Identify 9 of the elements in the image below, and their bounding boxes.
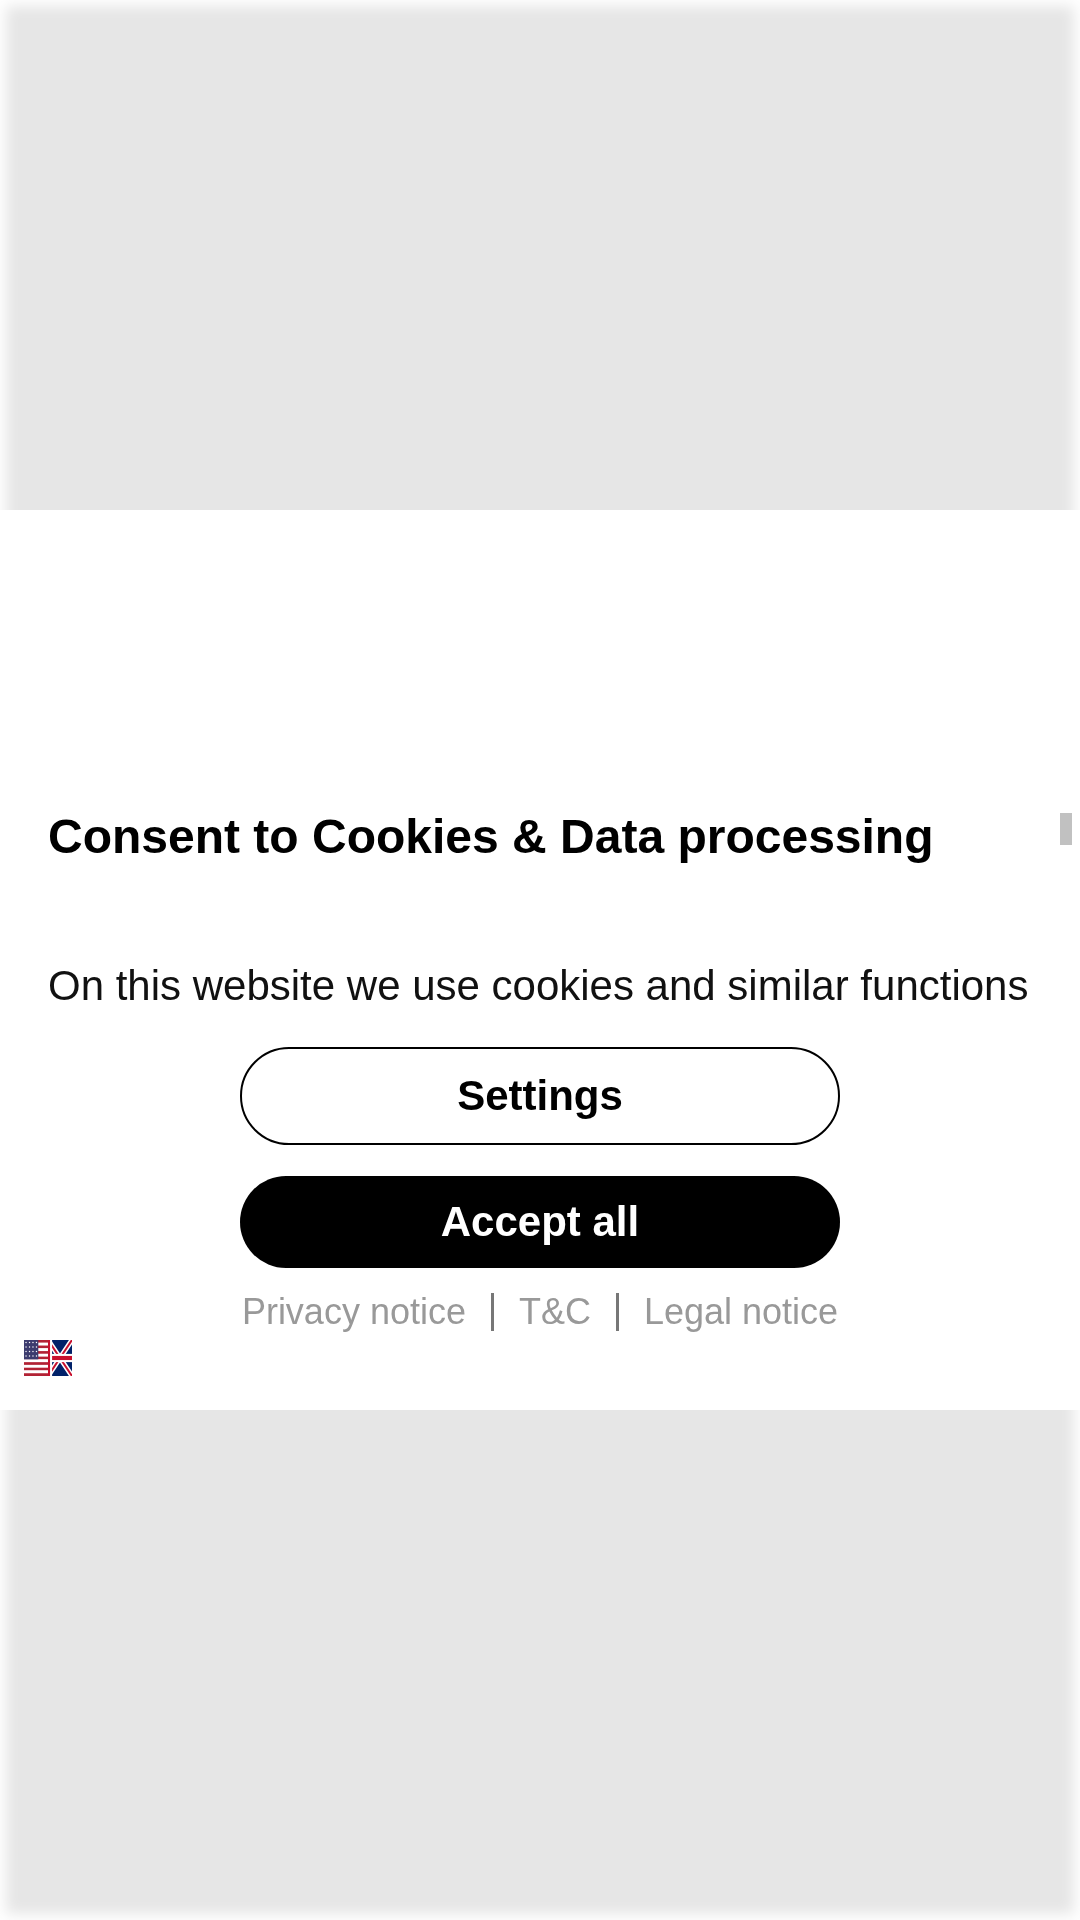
dialog-text: On this website we use cookies and similar functions	[48, 961, 1029, 1011]
footer-link[interactable]: T&C	[518, 1292, 591, 1332]
language-flag-icon[interactable]	[24, 1340, 72, 1376]
footer-link[interactable]: Privacy notice	[241, 1292, 466, 1332]
footer-link[interactable]: Legal notice	[643, 1292, 839, 1332]
secondary-button[interactable]: Settings	[240, 1047, 840, 1145]
dialog-title: Consent to Cookies & Data processing	[48, 809, 934, 865]
scrollbar-thumb[interactable]	[1060, 813, 1072, 845]
primary-button[interactable]: Accept all	[240, 1176, 840, 1268]
